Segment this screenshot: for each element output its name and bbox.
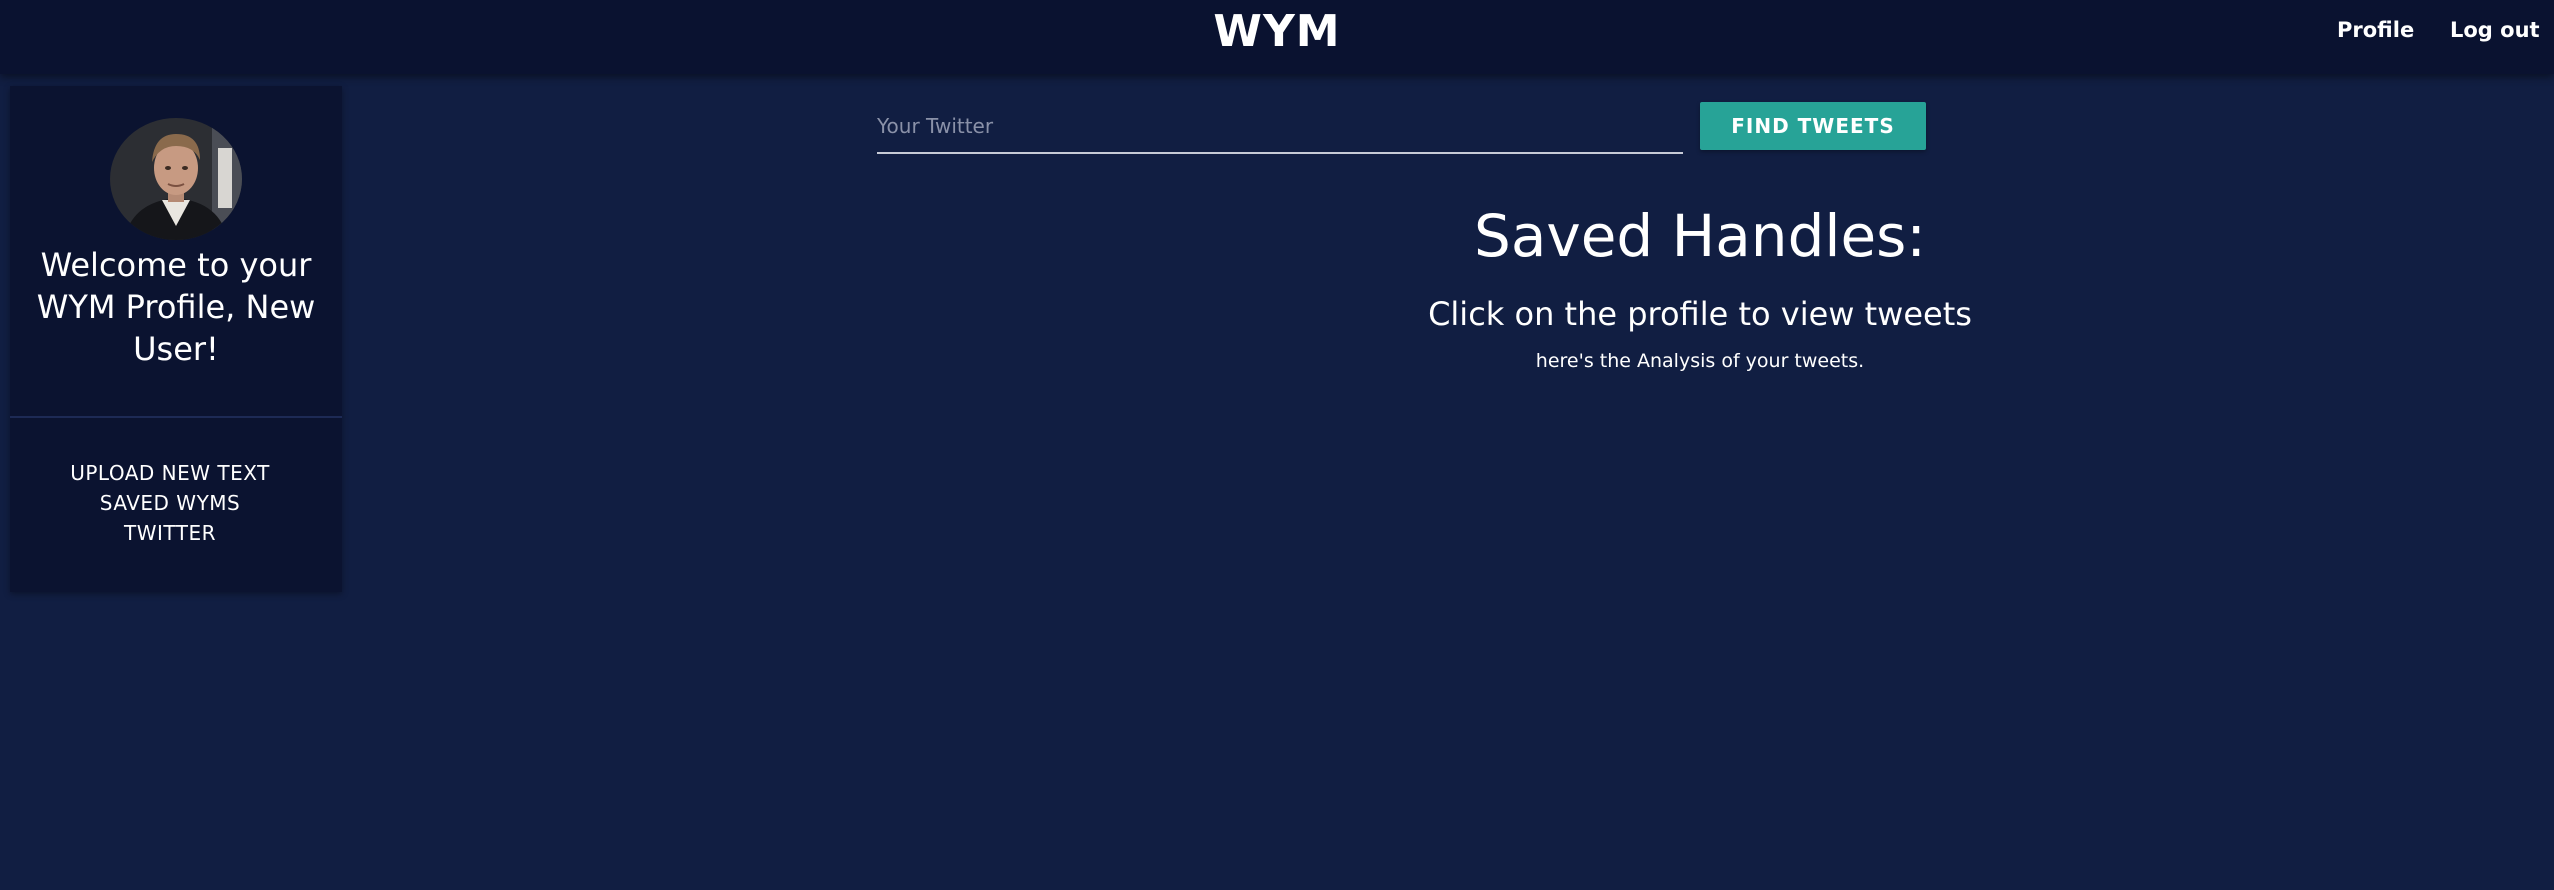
analysis-note: here's the Analysis of your tweets.	[1535, 350, 1865, 372]
click-profile-subheading: Click on the profile to view tweets	[1428, 295, 1972, 333]
top-navbar: WYM Profile Log out	[0, 0, 2554, 74]
brand-logo[interactable]: WYM	[0, 6, 2554, 58]
sidebar-item-twitter[interactable]: TWITTER	[30, 518, 310, 548]
sidebar-divider	[10, 416, 342, 418]
twitter-handle-input[interactable]	[877, 100, 1683, 154]
nav-profile-link[interactable]: Profile	[2337, 18, 2414, 42]
avatar	[110, 118, 242, 240]
profile-sidebar: Welcome to your WYM Profile, New User! U…	[10, 86, 342, 592]
welcome-heading: Welcome to your WYM Profile, New User!	[36, 246, 316, 368]
sidebar-item-saved-wyms[interactable]: SAVED WYMS	[30, 488, 310, 518]
sidebar-menu: UPLOAD NEW TEXT SAVED WYMS TWITTER	[30, 458, 310, 548]
find-tweets-button[interactable]: FIND TWEETS	[1700, 102, 1926, 150]
saved-handles-heading: Saved Handles:	[1474, 202, 1926, 270]
sidebar-item-upload-new-text[interactable]: UPLOAD NEW TEXT	[30, 458, 310, 488]
avatar-image	[110, 118, 242, 240]
nav-logout-link[interactable]: Log out	[2450, 18, 2540, 42]
